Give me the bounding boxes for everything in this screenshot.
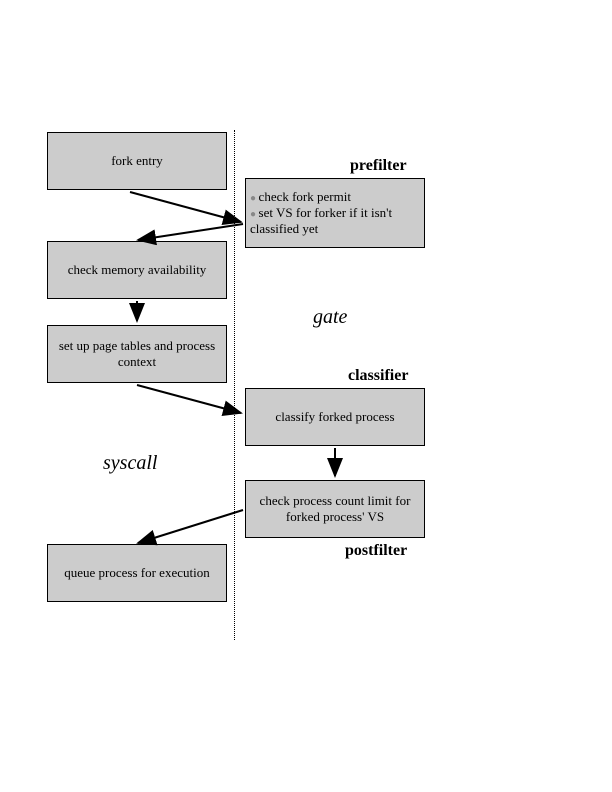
box-queue-process-text: queue process for execution <box>64 565 209 581</box>
syscall-label: syscall <box>103 452 157 475</box>
prefilter-list: check fork permit set VS for forker if i… <box>250 189 420 237</box>
box-check-memory-text: check memory availability <box>68 262 207 278</box>
classifier-label: classifier <box>348 367 408 385</box>
gate-label: gate <box>313 306 347 329</box>
prefilter-label: prefilter <box>350 157 407 175</box>
prefilter-item1: check fork permit <box>250 189 420 205</box>
box-fork-entry: fork entry <box>47 132 227 190</box>
prefilter-item2: set VS for forker if it isn't classified… <box>250 205 420 237</box>
box-check-memory: check memory availability <box>47 241 227 299</box>
box-fork-entry-text: fork entry <box>111 153 163 169</box>
box-classifier-text: classify forked process <box>275 409 394 425</box>
postfilter-label: postfilter <box>345 542 407 560</box>
box-page-tables: set up page tables and process context <box>47 325 227 383</box>
box-postfilter-text: check process count limit for forked pro… <box>250 493 420 525</box>
box-page-tables-text: set up page tables and process context <box>52 338 222 370</box>
box-queue-process: queue process for execution <box>47 544 227 602</box>
box-postfilter: check process count limit for forked pro… <box>245 480 425 538</box>
divider <box>234 130 235 640</box>
box-classifier: classify forked process <box>245 388 425 446</box>
box-prefilter: check fork permit set VS for forker if i… <box>245 178 425 248</box>
